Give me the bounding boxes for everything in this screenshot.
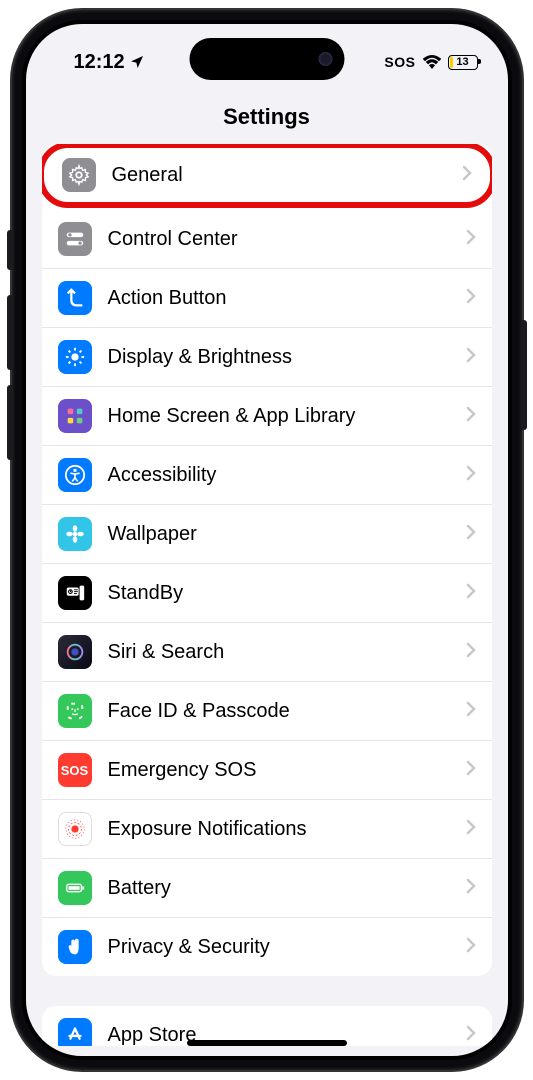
- row-label: Siri & Search: [108, 641, 450, 664]
- row-label: Face ID & Passcode: [108, 700, 450, 723]
- settings-row-control-center[interactable]: Control Center: [42, 210, 492, 269]
- status-bar-left: 12:12: [74, 51, 145, 74]
- settings-group-1: General Control Center Action Button Displa…: [42, 144, 492, 976]
- settings-row-exposure[interactable]: Exposure Notifications: [42, 800, 492, 859]
- status-bar-right: SOS 13: [384, 54, 477, 70]
- row-label: Exposure Notifications: [108, 818, 450, 841]
- screen: 12:12 SOS 13 Settings GeneralControl Cen: [22, 20, 512, 1060]
- row-label: General: [112, 164, 446, 187]
- row-label: Home Screen & App Library: [108, 405, 450, 428]
- chevron-right-icon: [466, 641, 476, 664]
- chevron-right-icon: [466, 523, 476, 546]
- settings-row-display[interactable]: Display & Brightness: [42, 328, 492, 387]
- dynamic-island: [189, 38, 344, 80]
- chevron-right-icon: [466, 287, 476, 310]
- siri-icon: [58, 635, 92, 669]
- sun-icon: [58, 340, 92, 374]
- flower-icon: [58, 517, 92, 551]
- grid-icon: [58, 399, 92, 433]
- battery-icon: 13: [448, 55, 478, 70]
- row-label: Accessibility: [108, 464, 450, 487]
- row-label: Control Center: [108, 228, 450, 251]
- side-button: [522, 320, 527, 430]
- chevron-right-icon: [462, 164, 472, 187]
- row-label: Display & Brightness: [108, 346, 450, 369]
- settings-row-battery[interactable]: Battery: [42, 859, 492, 918]
- gear-icon: [62, 158, 96, 192]
- row-label: StandBy: [108, 582, 450, 605]
- chevron-right-icon: [466, 700, 476, 723]
- chevron-right-icon: [466, 936, 476, 959]
- chevron-right-icon: [466, 818, 476, 841]
- appstore-icon: [58, 1018, 92, 1046]
- settings-content[interactable]: General Control Center Action Button Displa…: [26, 144, 508, 1046]
- settings-row-faceid[interactable]: Face ID & Passcode: [42, 682, 492, 741]
- exposure-icon: [58, 812, 92, 846]
- action-icon: [58, 281, 92, 315]
- chevron-right-icon: [466, 228, 476, 251]
- status-time: 12:12: [74, 51, 125, 74]
- page-title: Settings: [26, 104, 508, 130]
- row-label: Action Button: [108, 287, 450, 310]
- home-indicator[interactable]: [187, 1040, 347, 1046]
- sos-indicator: SOS: [384, 54, 415, 70]
- sos-icon: SOS: [58, 753, 92, 787]
- accessibility-icon: [58, 458, 92, 492]
- settings-row-privacy[interactable]: Privacy & Security: [42, 918, 492, 976]
- settings-row-action-button[interactable]: Action Button: [42, 269, 492, 328]
- chevron-right-icon: [466, 405, 476, 428]
- hand-icon: [58, 930, 92, 964]
- chevron-right-icon: [466, 464, 476, 487]
- standby-icon: [58, 576, 92, 610]
- settings-row-general[interactable]: General: [42, 144, 492, 208]
- phone-frame: 12:12 SOS 13 Settings GeneralControl Cen: [12, 10, 522, 1070]
- battery-level: 13: [449, 56, 477, 68]
- settings-row-siri[interactable]: Siri & Search: [42, 623, 492, 682]
- settings-row-wallpaper[interactable]: Wallpaper: [42, 505, 492, 564]
- page-header: Settings: [26, 84, 508, 144]
- settings-row-sos[interactable]: SOS Emergency SOS: [42, 741, 492, 800]
- row-label: Battery: [108, 877, 450, 900]
- chevron-right-icon: [466, 877, 476, 900]
- row-label: Wallpaper: [108, 523, 450, 546]
- row-label: Emergency SOS: [108, 759, 450, 782]
- chevron-right-icon: [466, 346, 476, 369]
- chevron-right-icon: [466, 1024, 476, 1047]
- settings-row-accessibility[interactable]: Accessibility: [42, 446, 492, 505]
- settings-row-standby[interactable]: StandBy: [42, 564, 492, 623]
- face-icon: [58, 694, 92, 728]
- wifi-icon: [422, 55, 442, 69]
- battery-icon: [58, 871, 92, 905]
- location-icon: [129, 54, 145, 70]
- camera-icon: [318, 52, 332, 66]
- switches-icon: [58, 222, 92, 256]
- row-label: Privacy & Security: [108, 936, 450, 959]
- settings-row-home-screen[interactable]: Home Screen & App Library: [42, 387, 492, 446]
- chevron-right-icon: [466, 582, 476, 605]
- chevron-right-icon: [466, 759, 476, 782]
